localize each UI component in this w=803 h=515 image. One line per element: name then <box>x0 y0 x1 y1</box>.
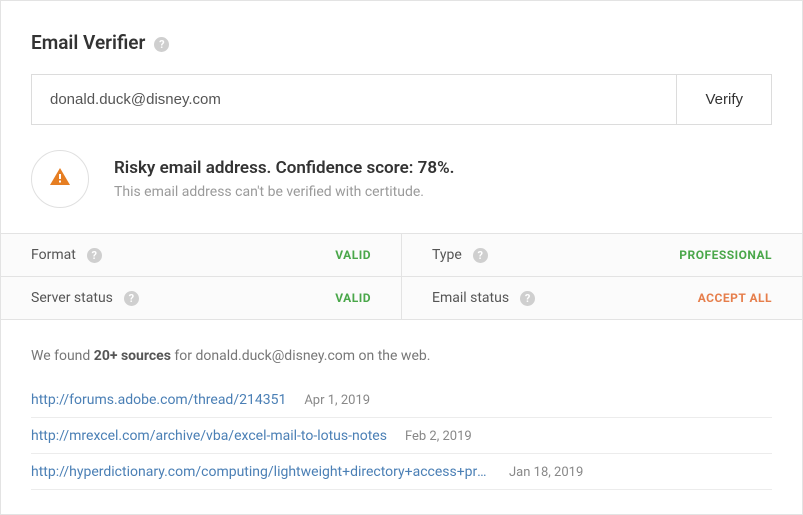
result-subtext: This email address can't be verified wit… <box>114 184 772 200</box>
source-link[interactable]: http://mrexcel.com/archive/vba/excel-mai… <box>31 428 387 444</box>
result-text: Risky email address. Confidence score: 7… <box>114 158 772 200</box>
email-input[interactable] <box>32 75 676 124</box>
page-title: Email Verifier <box>31 31 145 54</box>
attributes-grid: Format ? VALID Type ? PROFESSIONAL Serve… <box>1 233 802 320</box>
source-link[interactable]: http://forums.adobe.com/thread/214351 <box>31 392 286 408</box>
source-date: Feb 2, 2019 <box>405 429 472 444</box>
attr-type-value: PROFESSIONAL <box>679 248 772 262</box>
source-item: http://mrexcel.com/archive/vba/excel-mai… <box>31 422 772 454</box>
attr-server-label: Server status ? <box>31 290 139 306</box>
source-link[interactable]: http://hyperdictionary.com/computing/lig… <box>31 464 491 480</box>
sources-intro: We found 20+ sources for donald.duck@dis… <box>31 348 772 364</box>
verify-button[interactable]: Verify <box>676 75 771 124</box>
help-icon[interactable]: ? <box>520 291 535 306</box>
attr-server: Server status ? VALID <box>1 277 402 319</box>
warning-icon-circle <box>31 150 89 208</box>
email-input-row: Verify <box>31 74 772 125</box>
source-item: http://hyperdictionary.com/computing/lig… <box>31 458 772 490</box>
result-heading: Risky email address. Confidence score: 7… <box>114 158 772 178</box>
attributes-row: Server status ? VALID Email status ? ACC… <box>1 277 802 320</box>
source-date: Jan 18, 2019 <box>509 465 583 480</box>
help-icon[interactable]: ? <box>154 37 169 52</box>
attr-format-value: VALID <box>335 248 371 262</box>
attr-type: Type ? PROFESSIONAL <box>402 234 802 276</box>
card-header: Email Verifier ? <box>1 1 802 74</box>
help-icon[interactable]: ? <box>473 248 488 263</box>
attr-server-value: VALID <box>335 291 371 305</box>
email-verifier-card: Email Verifier ? Verify Risky email addr… <box>0 0 803 515</box>
help-icon[interactable]: ? <box>124 291 139 306</box>
attr-email-status-value: ACCEPT ALL <box>698 291 772 305</box>
source-date: Apr 1, 2019 <box>304 393 370 408</box>
attr-format: Format ? VALID <box>1 234 402 276</box>
result-section: Risky email address. Confidence score: 7… <box>1 150 802 233</box>
sources-section: We found 20+ sources for donald.duck@dis… <box>1 320 802 514</box>
attr-email-status-label: Email status ? <box>432 290 535 306</box>
warning-icon <box>48 165 72 193</box>
attributes-row: Format ? VALID Type ? PROFESSIONAL <box>1 234 802 277</box>
source-item: http://forums.adobe.com/thread/214351 Ap… <box>31 386 772 418</box>
help-icon[interactable]: ? <box>87 248 102 263</box>
attr-type-label: Type ? <box>432 247 488 263</box>
attr-format-label: Format ? <box>31 247 102 263</box>
attr-email-status: Email status ? ACCEPT ALL <box>402 277 802 319</box>
